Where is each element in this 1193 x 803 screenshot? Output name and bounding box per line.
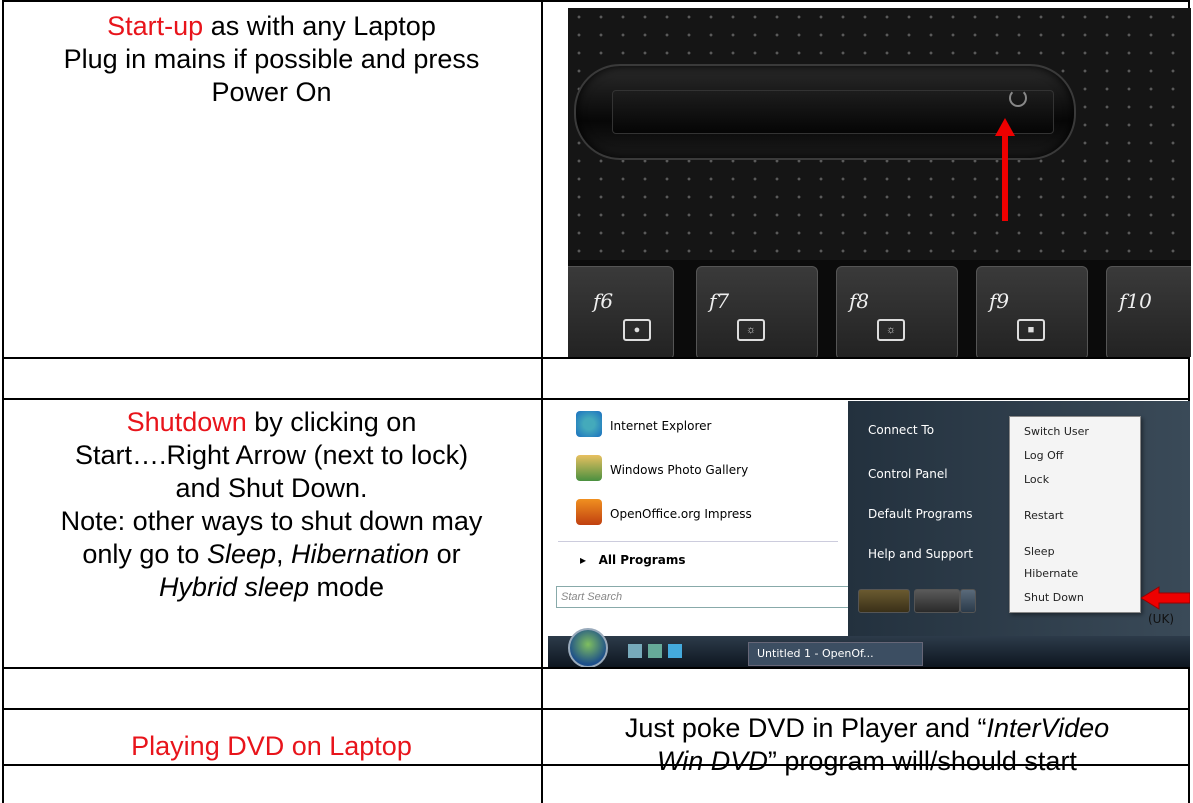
table-border-row3 — [2, 667, 1190, 669]
start-item-internet-explorer: Internet Explorer — [610, 419, 712, 433]
table-border-left — [2, 0, 4, 803]
shutdown-line1: by clicking on — [246, 407, 417, 437]
start-item-help-support: Help and Support — [868, 547, 973, 561]
quicklaunch-ie-icon — [668, 644, 682, 658]
startup-line3: Power On — [211, 77, 332, 107]
power-options-popup: Switch User Log Off Lock Restart Sleep H… — [1009, 416, 1141, 613]
media-strip — [574, 64, 1076, 160]
popup-lock: Lock — [1024, 473, 1050, 486]
popup-sleep: Sleep — [1024, 545, 1055, 558]
taskbar-item-openoffice: Untitled 1 - OpenOf... — [748, 642, 923, 666]
keyboard-photo: f6 ● f7 ☼ f8 ☼ f9 ■ f10 — [568, 8, 1191, 357]
function-keys-row: f6 ● f7 ☼ f8 ☼ f9 ■ f10 — [568, 260, 1191, 357]
shutdown-line6: Hybrid sleep mode — [158, 572, 385, 602]
popup-log-off: Log Off — [1024, 449, 1064, 462]
start-search-input: Start Search — [556, 586, 862, 608]
table-border-row1 — [2, 357, 1190, 359]
startup-instructions: Start-up as with any Laptop Plug in main… — [2, 10, 541, 109]
shutdown-line4: Note: other ways to shut down may — [60, 506, 483, 536]
shutdown-line3: and Shut Down. — [175, 473, 368, 503]
key-f8: f8 ☼ — [836, 266, 958, 357]
dvd-heading: Playing DVD on Laptop — [131, 731, 412, 761]
quicklaunch-switch-icon — [648, 644, 662, 658]
lock-button-icon — [914, 589, 960, 613]
table-border-row4 — [2, 708, 1190, 710]
table-border-top — [2, 0, 1190, 2]
openoffice-impress-icon — [576, 499, 602, 525]
startup-line2: Plug in mains if possible and press — [63, 44, 480, 74]
start-orb-icon — [568, 628, 608, 667]
shutdown-instructions: Shutdown by clicking on Start….Right Arr… — [2, 406, 541, 604]
popup-shut-down: Shut Down — [1024, 591, 1084, 604]
popup-restart: Restart — [1024, 509, 1064, 522]
shutdown-line2: Start….Right Arrow (next to lock) — [74, 440, 469, 470]
power-icon — [1009, 89, 1027, 107]
red-arrow-shaft — [1002, 133, 1008, 221]
internet-explorer-icon — [576, 411, 602, 437]
start-item-connect-to: Connect To — [868, 423, 935, 437]
dvd-instructions: Just poke DVD in Player and “InterVideo … — [624, 713, 1110, 776]
key-f10: f10 — [1106, 266, 1191, 357]
power-options-arrow-icon — [960, 589, 976, 613]
shutdown-line5: only go to Sleep, Hibernation or — [82, 539, 461, 569]
start-item-default-programs: Default Programs — [868, 507, 973, 521]
photo-gallery-icon — [576, 455, 602, 481]
start-item-control-panel: Control Panel — [868, 467, 948, 481]
start-item-all-programs: ▸ All Programs — [580, 553, 686, 567]
start-menu-left-pane: Internet Explorer Windows Photo Gallery … — [548, 401, 862, 636]
start-item-openoffice-impress: OpenOffice.org Impress — [610, 507, 752, 521]
table-border-middle — [541, 0, 543, 803]
start-menu-screenshot: Internet Explorer Windows Photo Gallery … — [548, 401, 1190, 667]
shutdown-heading: Shutdown — [126, 407, 247, 437]
popup-hibernate: Hibernate — [1024, 567, 1079, 580]
key-f7: f7 ☼ — [696, 266, 818, 357]
startup-line1: as with any Laptop — [203, 11, 436, 41]
key-f9: f9 ■ — [976, 266, 1088, 357]
table-border-row2 — [2, 398, 1190, 400]
red-arrow-left-icon — [1141, 586, 1190, 610]
start-item-photo-gallery: Windows Photo Gallery — [610, 463, 749, 477]
startup-heading: Start-up — [107, 11, 204, 41]
quicklaunch-desktop-icon — [628, 644, 642, 658]
key-f6: f6 ● — [568, 266, 674, 357]
language-indicator: (UK) — [1148, 612, 1175, 626]
power-button-icon — [858, 589, 910, 613]
taskbar: Untitled 1 - OpenOf... — [548, 628, 1190, 667]
popup-switch-user: Switch User — [1024, 425, 1089, 438]
